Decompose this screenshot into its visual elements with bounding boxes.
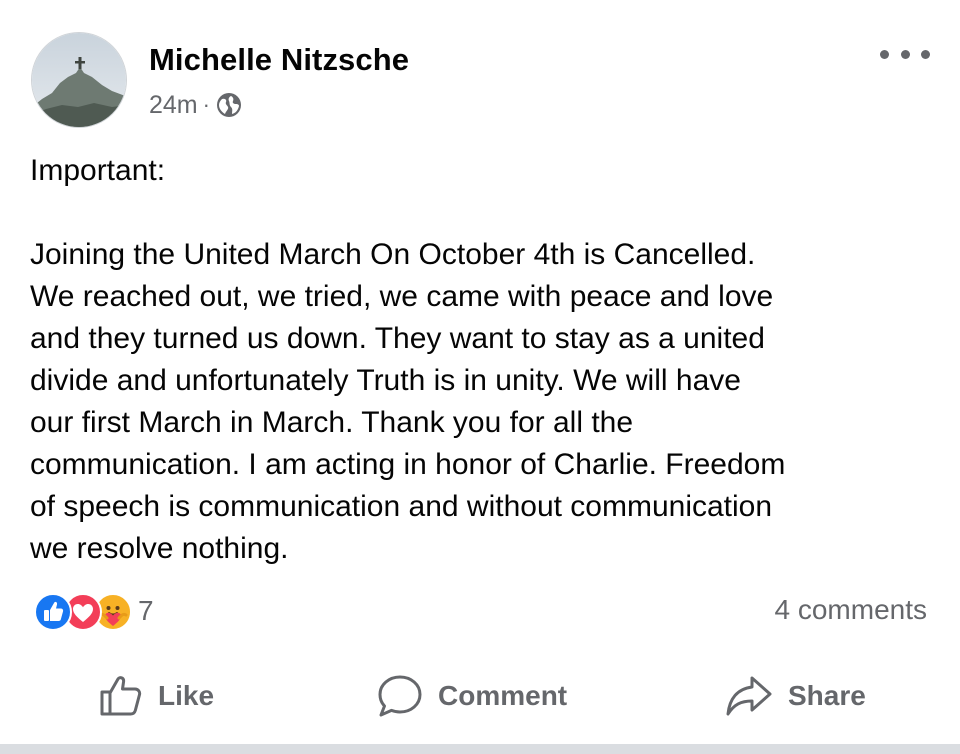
- feed-divider: [0, 744, 960, 754]
- share-label: Share: [788, 680, 866, 711]
- like-button[interactable]: Like: [98, 660, 214, 732]
- share-arrow-icon: [726, 676, 772, 716]
- post-meta: 24m ·: [149, 89, 242, 121]
- comment-button[interactable]: Comment: [376, 660, 567, 732]
- like-reaction-icon: [34, 593, 72, 631]
- post-text-body: Joining the United March On October 4th …: [30, 238, 786, 565]
- meta-separator: ·: [202, 92, 210, 117]
- more-dot: [880, 49, 889, 59]
- more-options-icon[interactable]: [880, 42, 930, 66]
- more-dot: [900, 49, 910, 59]
- reactions-summary[interactable]: 7: [34, 592, 154, 631]
- post-action-bar: Like Comment Share: [0, 660, 960, 732]
- post-card: Michelle Nitzsche 24m · Important: Joini…: [0, 0, 960, 744]
- post-timestamp[interactable]: 24m: [149, 91, 198, 120]
- comment-bubble-icon: [378, 675, 422, 717]
- globe-icon[interactable]: [216, 92, 242, 118]
- post-message: Important: Joining the United March On O…: [30, 150, 940, 570]
- author-name[interactable]: Michelle Nitzsche: [149, 42, 409, 78]
- reaction-icons: [34, 592, 150, 631]
- thumbs-up-icon: [100, 676, 142, 716]
- share-button[interactable]: Share: [724, 660, 866, 732]
- avatar[interactable]: [31, 32, 127, 128]
- post-text-lead: Important:: [30, 154, 166, 187]
- comment-label: Comment: [438, 680, 568, 711]
- comments-count-link[interactable]: 4 comments: [775, 594, 928, 626]
- like-label: Like: [158, 680, 215, 711]
- more-dot: [921, 49, 930, 59]
